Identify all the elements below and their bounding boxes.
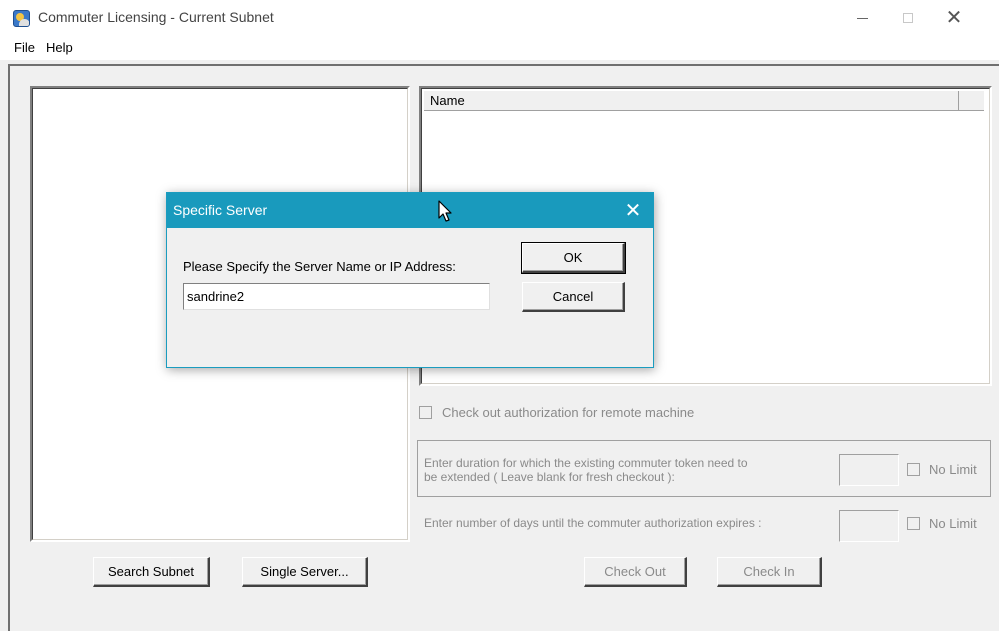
minimize-icon bbox=[856, 17, 868, 19]
single-server-button[interactable]: Single Server... bbox=[242, 557, 368, 587]
maximize-button[interactable] bbox=[885, 0, 931, 36]
minimize-button[interactable] bbox=[839, 0, 885, 36]
search-subnet-button[interactable]: Search Subnet bbox=[93, 557, 210, 587]
expire-days-label: Enter number of days until the commuter … bbox=[424, 516, 762, 530]
app-icon[interactable] bbox=[13, 10, 30, 27]
expire-no-limit-label: No Limit bbox=[929, 516, 977, 531]
close-icon: ✕ bbox=[624, 199, 642, 222]
expire-no-limit-checkbox[interactable] bbox=[907, 517, 920, 530]
extend-duration-label-line2: be extended ( Leave blank for fresh chec… bbox=[424, 470, 675, 484]
check-in-button[interactable]: Check In bbox=[717, 557, 822, 587]
dialog-title: Specific Server bbox=[173, 202, 268, 218]
server-name-input[interactable] bbox=[183, 283, 490, 310]
extend-duration-label: Enter duration for which the existing co… bbox=[424, 456, 748, 484]
server-name-label: Please Specify the Server Name or IP Add… bbox=[183, 259, 456, 274]
cancel-button[interactable]: Cancel bbox=[522, 282, 625, 312]
app-icon-hill bbox=[19, 19, 29, 26]
extend-no-limit-label: No Limit bbox=[929, 462, 977, 477]
mouse-cursor-icon bbox=[438, 200, 452, 222]
remote-checkout-label: Check out authorization for remote machi… bbox=[442, 405, 695, 420]
menu-help[interactable]: Help bbox=[46, 40, 73, 55]
maximize-icon bbox=[903, 13, 913, 23]
menu-file[interactable]: File bbox=[14, 40, 35, 55]
extend-duration-label-line1: Enter duration for which the existing co… bbox=[424, 456, 748, 470]
window-title: Commuter Licensing - Current Subnet bbox=[38, 9, 274, 25]
expire-days-input[interactable] bbox=[839, 510, 899, 542]
ok-button[interactable]: OK bbox=[521, 242, 626, 274]
close-button[interactable]: ✕ bbox=[931, 0, 977, 36]
column-header-name[interactable]: Name bbox=[424, 91, 959, 111]
check-out-button[interactable]: Check Out bbox=[584, 557, 687, 587]
extend-duration-input[interactable] bbox=[839, 454, 899, 486]
close-icon: ✕ bbox=[945, 7, 963, 29]
extend-no-limit-checkbox[interactable] bbox=[907, 463, 920, 476]
menu-bar bbox=[0, 36, 999, 60]
dialog-close-button[interactable]: ✕ bbox=[620, 197, 646, 223]
remote-checkout-checkbox[interactable] bbox=[419, 406, 432, 419]
